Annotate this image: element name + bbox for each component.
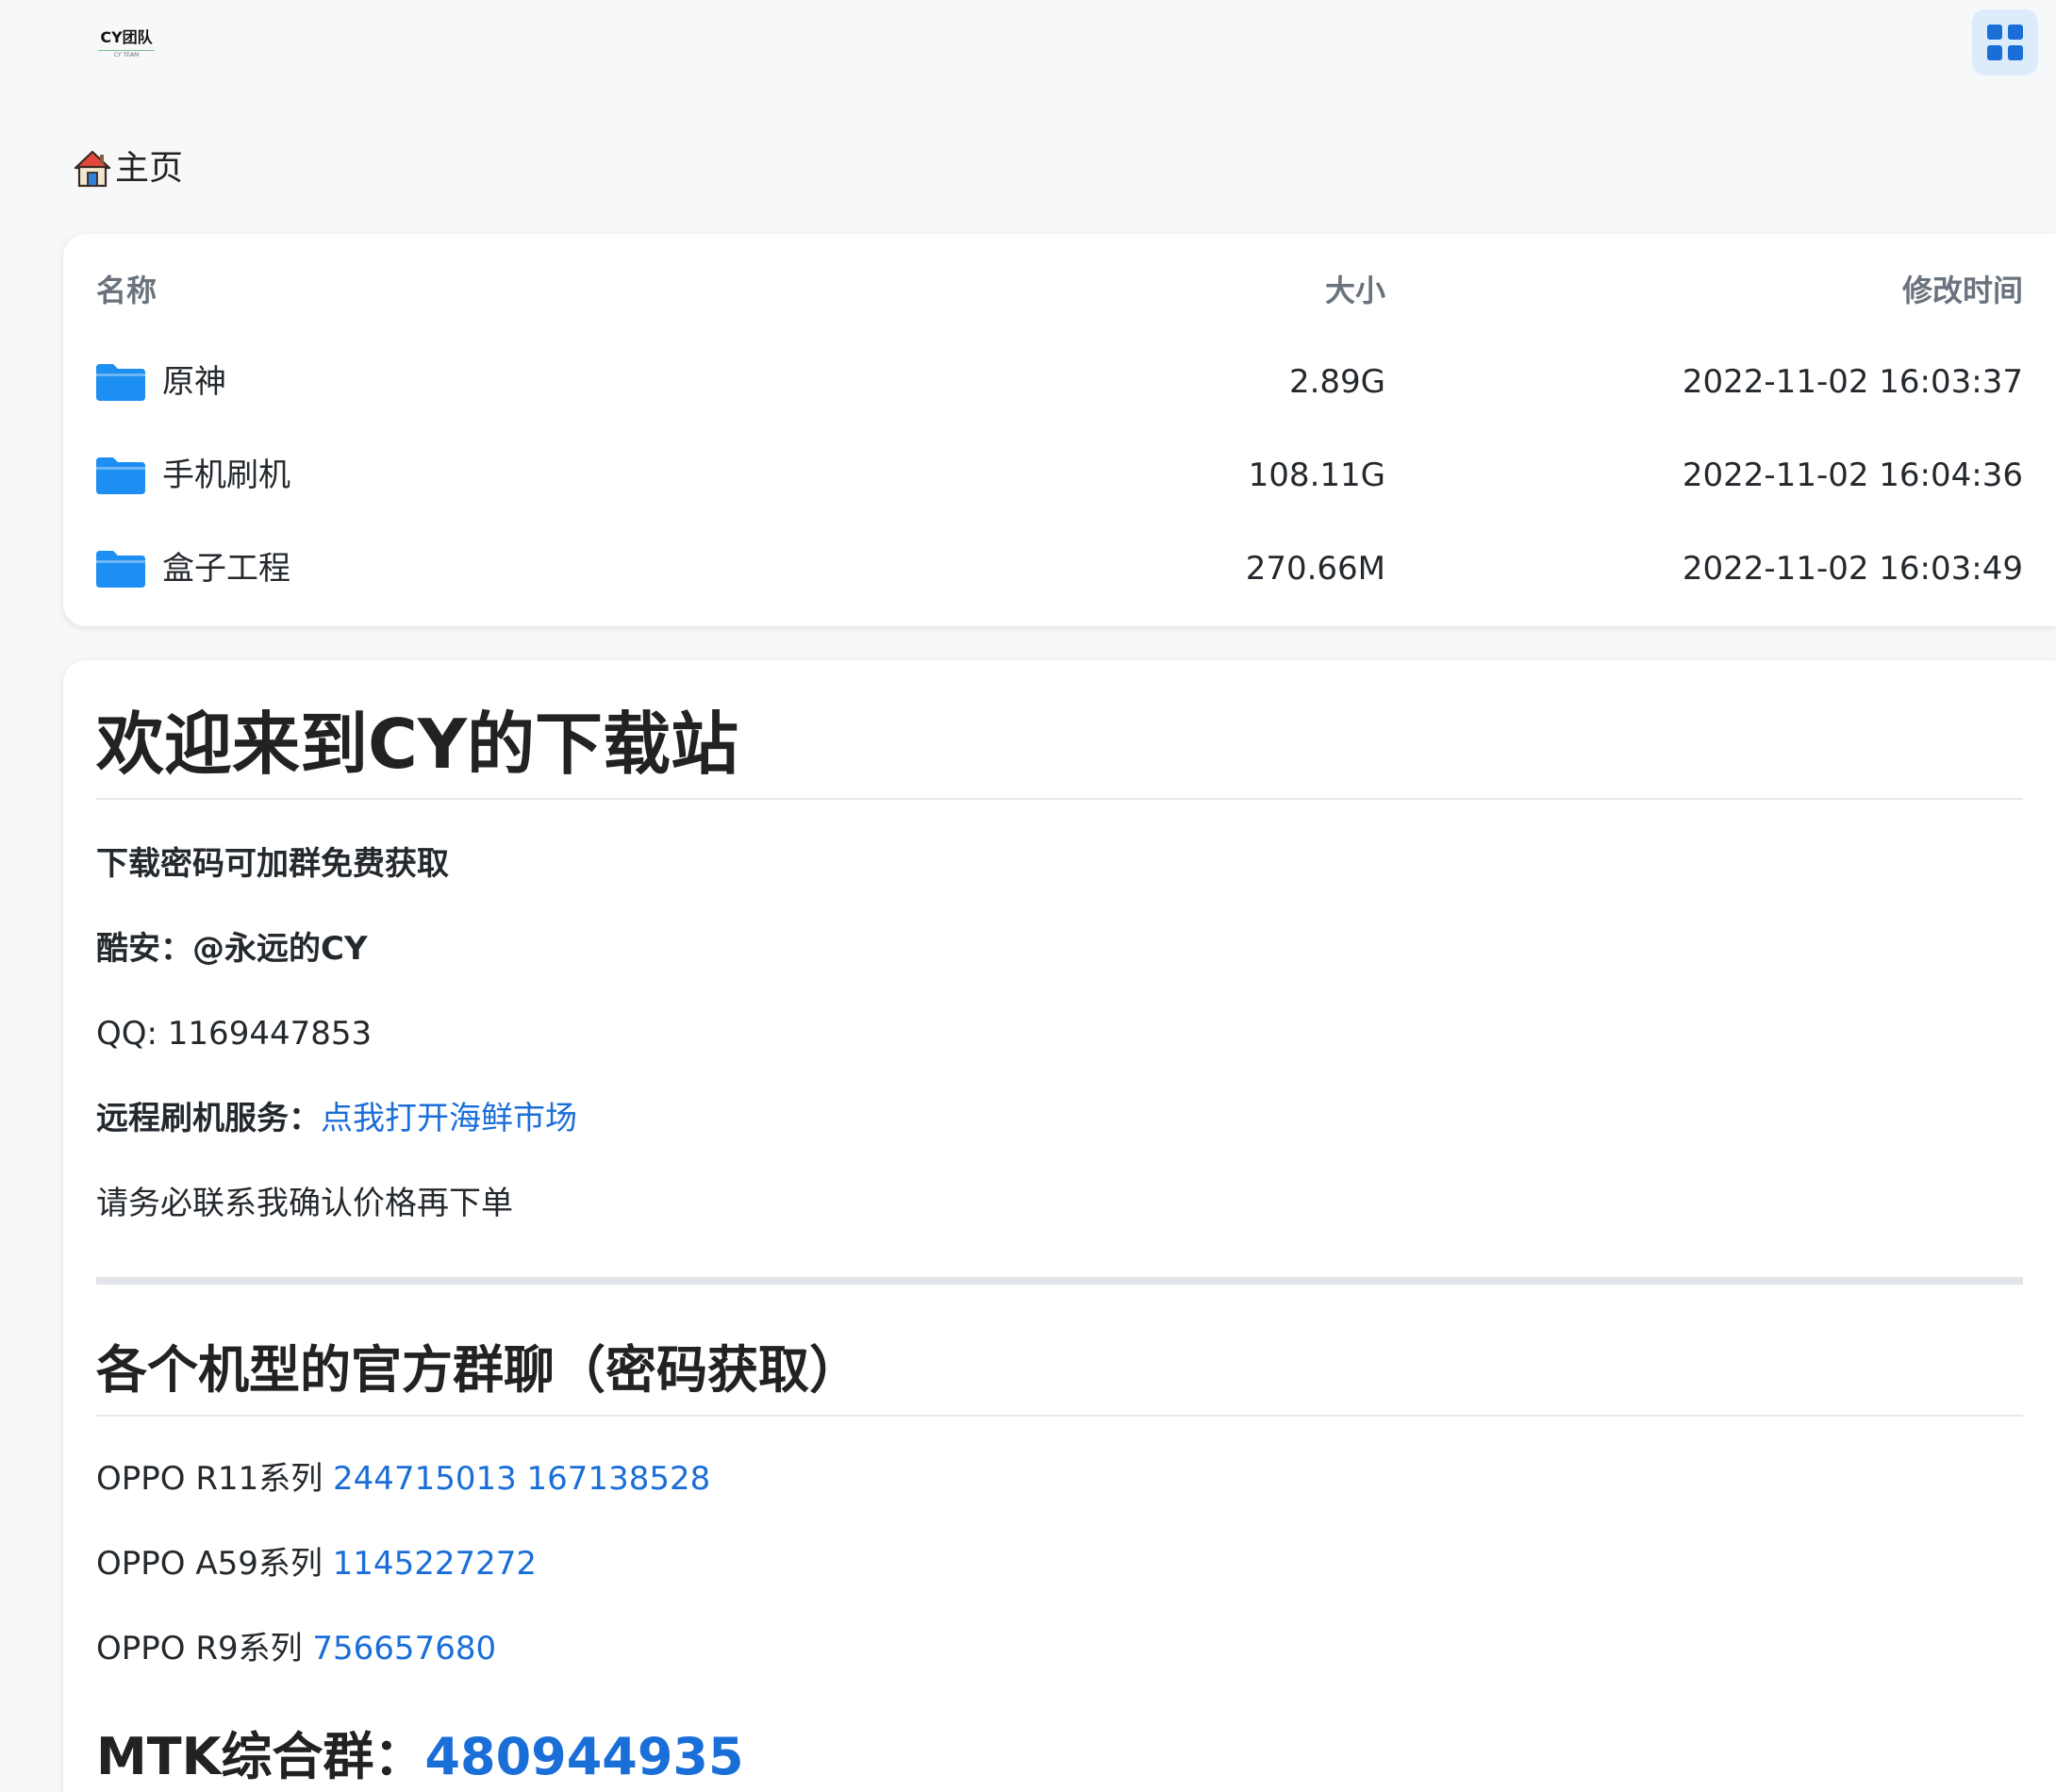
file-name: 手机刷机 xyxy=(162,456,290,494)
qq-value: 1169447853 xyxy=(167,1015,373,1053)
logo-subtext: CY TEAM xyxy=(113,52,140,58)
section-divider xyxy=(96,1277,2023,1285)
qq-label: QQ: xyxy=(96,1015,168,1053)
file-size: 270.66M xyxy=(1245,550,1385,588)
column-header-time[interactable]: 修改时间 xyxy=(1902,262,2023,319)
password-note: 下载密码可加群免费获取 xyxy=(96,845,449,883)
house-icon xyxy=(74,150,111,188)
folder-icon xyxy=(96,551,145,588)
qq-line: QQ: 1169447853 xyxy=(96,1011,372,1056)
group-line: OPPO R11系列 244715013 167138528 xyxy=(96,1456,710,1502)
breadcrumb-label: 主页 xyxy=(115,149,184,188)
file-modified-time: 2022-11-02 16:03:49 xyxy=(1682,550,2023,588)
logo-text: CY团队 xyxy=(100,28,153,46)
group-numbers-link[interactable]: 244715013 167138528 xyxy=(333,1460,710,1498)
group-label: OPPO R11系列 xyxy=(96,1460,334,1498)
column-header-name[interactable]: 名称 xyxy=(96,262,157,319)
file-modified-time: 2022-11-02 16:04:36 xyxy=(1682,456,2023,494)
group-numbers-link[interactable]: 756657680 xyxy=(312,1630,496,1668)
readme-title: 欢迎来到CY的下载站 xyxy=(96,705,738,784)
mtk-group-heading: MTK综合群：480944935 xyxy=(96,1724,744,1790)
site-logo[interactable]: CY团队 CY TEAM xyxy=(98,28,155,62)
file-name: 盒子工程 xyxy=(162,550,290,588)
breadcrumb-home[interactable]: 主页 xyxy=(74,147,183,191)
coolapk-value: @永远的CY xyxy=(192,930,368,968)
group-line: OPPO A59系列 1145227272 xyxy=(96,1541,537,1586)
group-numbers-link[interactable]: 1145227272 xyxy=(333,1545,537,1583)
file-size: 108.11G xyxy=(1248,456,1385,494)
file-size: 2.89G xyxy=(1288,363,1385,401)
grid-icon xyxy=(1987,25,2023,60)
confirm-note: 请务必联系我确认价格再下单 xyxy=(96,1185,513,1222)
group-label: OPPO R9系列 xyxy=(96,1630,313,1668)
file-row[interactable]: 原神 2.89G 2022-11-02 16:03:37 xyxy=(96,354,2023,410)
remote-service-line: 远程刷机服务：点我打开海鲜市场 xyxy=(96,1096,577,1141)
group-label: OPPO A59系列 xyxy=(96,1545,333,1583)
coolapk-label: 酷安： xyxy=(96,930,192,968)
title-divider xyxy=(96,798,2023,800)
column-header-size[interactable]: 大小 xyxy=(1325,262,1385,319)
file-list-card: 名称 大小 修改时间 原神 2.89G 2022-11-02 16:03:37 … xyxy=(63,234,2056,626)
groups-title: 各个机型的官方群聊（密码获取） xyxy=(96,1340,860,1400)
mtk-group-number-link[interactable]: 480944935 xyxy=(424,1727,743,1786)
groups-title-divider xyxy=(96,1415,2023,1417)
logo-divider xyxy=(98,50,155,51)
coolapk-line: 酷安：@永远的CY xyxy=(96,926,368,971)
group-line: OPPO R9系列 756657680 xyxy=(96,1626,496,1671)
folder-icon xyxy=(96,364,145,401)
remote-service-label: 远程刷机服务： xyxy=(96,1100,321,1137)
readme-card: 欢迎来到CY的下载站 下载密码可加群免费获取 酷安：@永远的CY QQ: 116… xyxy=(63,660,2056,1792)
folder-icon xyxy=(96,457,145,494)
file-modified-time: 2022-11-02 16:03:37 xyxy=(1682,363,2023,401)
file-name: 原神 xyxy=(162,363,226,401)
file-row[interactable]: 盒子工程 270.66M 2022-11-02 16:03:49 xyxy=(96,540,2023,597)
file-row[interactable]: 手机刷机 108.11G 2022-11-02 16:04:36 xyxy=(96,447,2023,504)
file-list-header: 名称 大小 修改时间 xyxy=(96,262,2023,319)
grid-menu-button[interactable] xyxy=(1972,9,2038,75)
mtk-group-label: MTK综合群： xyxy=(96,1727,425,1786)
remote-service-link[interactable]: 点我打开海鲜市场 xyxy=(321,1100,577,1137)
